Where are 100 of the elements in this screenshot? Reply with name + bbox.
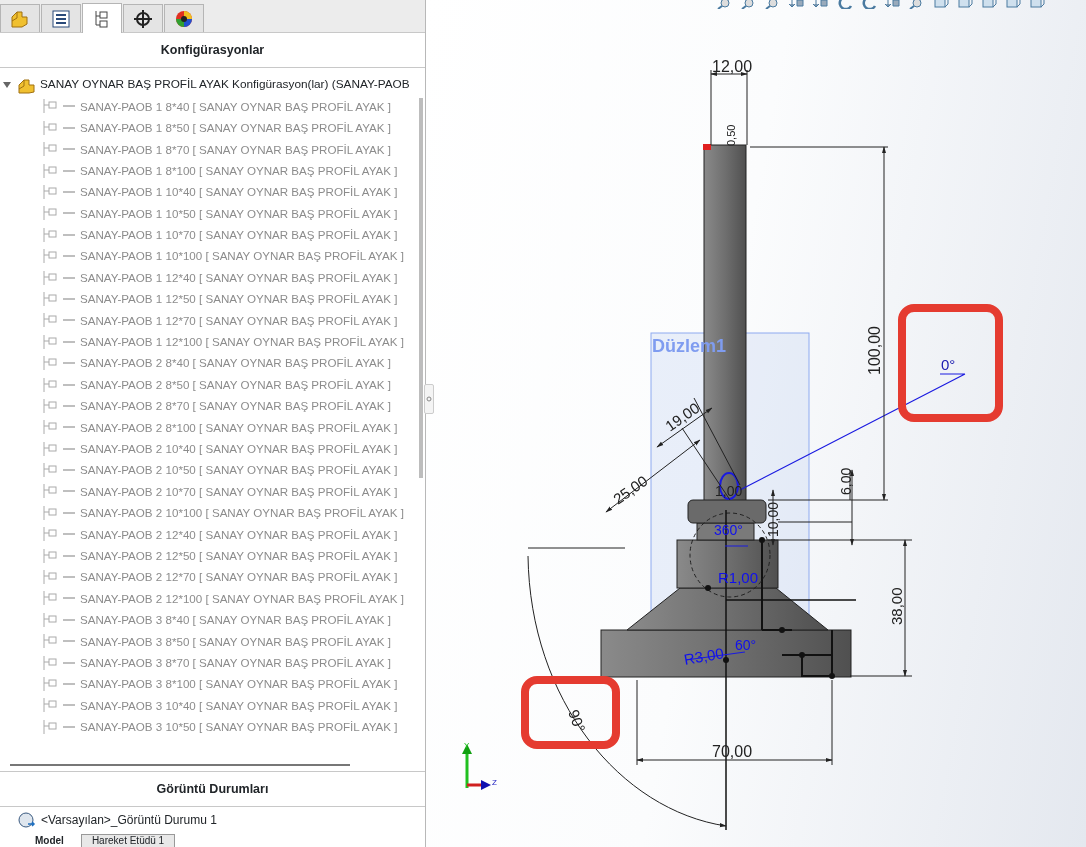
dimension-value[interactable]: 38,00 [888,587,905,625]
dash-icon [62,296,76,301]
configuration-icon [42,290,58,307]
vertical-scrollbar[interactable] [419,97,423,478]
configuration-item[interactable]: SANAY-PAOB 3 10*40 [ SANAY OYNAR BAŞ PROFİL AYAK ] [80,696,398,715]
configuration-icon [42,376,58,393]
configuration-item[interactable]: SANAY-PAOB 2 10*50 [ SANAY OYNAR BAŞ PROFİL AYAK ] [80,461,398,479]
configuration-item[interactable]: SANAY-PAOB 3 8*70 [ SANAY OYNAR BAŞ PROFİL AYAK ] [80,653,391,672]
origin-marker [703,144,711,150]
configuration-icon [42,547,58,564]
sketch-point [705,585,711,591]
configuration-icon [42,248,58,265]
dash-icon [62,318,76,323]
configuration-item[interactable]: SANAY-PAOB 2 8*50 [ SANAY OYNAR BAŞ PROFİL AYAK ] [80,375,391,394]
dash-icon [62,125,76,130]
panel-title: Konfigürasyonlar [0,33,425,68]
sketch-point [799,652,805,658]
panel-tab[interactable] [41,4,81,32]
configuration-icon [42,184,58,200]
configuration-item[interactable]: SANAY-PAOB 3 8*40 [ SANAY OYNAR BAŞ PROFİL AYAK ] [80,611,391,629]
configuration-item[interactable]: SANAY-PAOB 2 10*70 [ SANAY OYNAR BAŞ PROFİL AYAK ] [80,482,398,501]
cube-icon[interactable] [980,0,998,9]
cube-icon[interactable] [1028,0,1046,9]
sketch-point [759,537,765,543]
configuration-item[interactable]: SANAY-PAOB 1 8*100 [ SANAY OYNAR BAŞ PROFİL AYAK ] [80,161,398,180]
configuration-item[interactable]: SANAY-PAOB 1 10*50 [ SANAY OYNAR BAŞ PROFİL AYAK ] [80,204,398,223]
sketch-point [779,627,785,633]
dimension-value[interactable]: 90° [565,707,589,735]
rotate-icon[interactable] [860,0,878,9]
dimension-value[interactable]: 100,00 [866,326,883,375]
rotate-icon[interactable] [836,0,854,9]
dash-icon [62,446,76,451]
dimension-value[interactable]: 0,50 [725,124,737,146]
dash-icon [62,147,76,152]
configuration-item[interactable]: SANAY-PAOB 2 12*100 [ SANAY OYNAR BAŞ PROFİL AYAK ] [80,589,404,608]
configuration-item[interactable]: SANAY-PAOB 1 8*50 [ SANAY OYNAR BAŞ PROFİL AYAK ] [80,119,391,137]
configuration-item[interactable]: SANAY-PAOB 1 10*100 [ SANAY OYNAR BAŞ PROFİL AYAK ] [80,247,404,265]
section-view-icon[interactable] [788,0,806,9]
configuration-icon [42,205,58,222]
configuration-item[interactable]: SANAY-PAOB 1 8*40 [ SANAY OYNAR BAŞ PROFİL AYAK ] [80,97,391,116]
bottom-tab[interactable]: Hareket Etüdü 1 [80,834,176,847]
configuration-icon [42,162,58,179]
dimension-value[interactable]: 10,00 [765,501,781,537]
configuration-item[interactable]: SANAY-PAOB 2 10*100 [ SANAY OYNAR BAŞ PROFİL AYAK ] [80,504,404,522]
configuration-item[interactable]: SANAY-PAOB 1 12*50 [ SANAY OYNAR BAŞ PROFİL AYAK ] [80,290,398,308]
configuration-icon [42,611,58,628]
view-orientation-icon[interactable] [884,0,902,9]
dash-icon [62,361,76,366]
cube-icon[interactable] [1004,0,1022,9]
dimension-value[interactable]: 0° [941,356,956,373]
configuration-item[interactable]: SANAY-PAOB 1 12*70 [ SANAY OYNAR BAŞ PROFİL AYAK ] [80,311,398,330]
configuration-icon [42,590,58,607]
panel-tab[interactable] [123,4,163,32]
configuration-item[interactable]: SANAY-PAOB 2 12*50 [ SANAY OYNAR BAŞ PROFİL AYAK ] [80,546,398,565]
configuration-icon [42,141,58,158]
expand-caret-icon[interactable] [2,80,12,89]
configuration-icon [42,119,58,136]
dash-icon [62,489,76,494]
configuration-icon [42,333,58,350]
configuration-item[interactable]: SANAY-PAOB 1 10*40 [ SANAY OYNAR BAŞ PROFİL AYAK ] [80,183,398,201]
list-icon [50,7,72,30]
configuration-item[interactable]: SANAY-PAOB 3 10*50 [ SANAY OYNAR BAŞ PROFİL AYAK ] [80,718,398,736]
dash-icon [62,617,76,622]
cube-icon[interactable] [956,0,974,9]
configuration-item[interactable]: SANAY-PAOB 2 10*40 [ SANAY OYNAR BAŞ PROFİL AYAK ] [80,440,398,458]
display-state-item[interactable]: <Varsayılan>_Görüntü Durumu 1 [41,811,217,829]
configuration-icon [42,526,58,543]
configuration-icon [42,504,58,521]
cube-icon[interactable] [932,0,950,9]
configuration-icon [42,654,58,671]
configuration-item[interactable]: SANAY-PAOB 1 10*70 [ SANAY OYNAR BAŞ PROFİL AYAK ] [80,226,398,244]
configuration-item[interactable]: SANAY-PAOB 1 12*100 [ SANAY OYNAR BAŞ PROFİL AYAK ] [80,333,404,351]
dimension-value[interactable]: 6,00 [838,467,854,495]
configuration-item[interactable]: SANAY-PAOB 1 8*70 [ SANAY OYNAR BAŞ PROFİL AYAK ] [80,140,391,158]
panel-tab[interactable] [164,4,204,32]
dash-icon [62,724,76,729]
configuration-item[interactable]: SANAY-PAOB 2 8*70 [ SANAY OYNAR BAŞ PROFİL AYAK ] [80,397,391,415]
axis-triad-drawing [462,744,491,790]
axis-label: Z [492,778,497,787]
dash-icon [62,425,76,430]
dimension-value[interactable]: R3,00 [682,644,725,668]
configuration-item[interactable]: SANAY-PAOB 2 12*70 [ SANAY OYNAR BAŞ PROFİL AYAK ] [80,568,398,586]
configuration-root[interactable]: SANAY OYNAR BAŞ PROFİL AYAK Konfigürasyon(lar) (SANAY-PAOB [40,75,410,94]
horizontal-scrollbar[interactable] [10,764,350,767]
splitter-handle[interactable] [424,384,434,414]
axis-label: Y [464,741,470,750]
pan-icon[interactable] [812,0,830,9]
configuration-item[interactable]: SANAY-PAOB 3 8*50 [ SANAY OYNAR BAŞ PROFİL AYAK ] [80,632,391,650]
configuration-item[interactable]: SANAY-PAOB 2 8*40 [ SANAY OYNAR BAŞ PROFİL AYAK ] [80,354,391,372]
configuration-item[interactable]: SANAY-PAOB 2 8*100 [ SANAY OYNAR BAŞ PROFİL AYAK ] [80,418,398,436]
dash-icon [62,190,76,194]
dimension-value[interactable]: 12,00 [712,58,753,75]
configuration-item[interactable]: SANAY-PAOB 2 12*40 [ SANAY OYNAR BAŞ PROFİL AYAK ] [80,525,398,543]
configuration-item[interactable]: SANAY-PAOB 3 8*100 [ SANAY OYNAR BAŞ PROFİL AYAK ] [80,675,398,693]
configuration-icon [42,355,58,372]
configuration-item[interactable]: SANAY-PAOB 1 12*40 [ SANAY OYNAR BAŞ PROFİL AYAK ] [80,268,398,287]
dash-icon [62,510,76,515]
configuration-icon [42,440,58,457]
configuration-icon [42,483,58,500]
grip-icon [426,396,432,402]
